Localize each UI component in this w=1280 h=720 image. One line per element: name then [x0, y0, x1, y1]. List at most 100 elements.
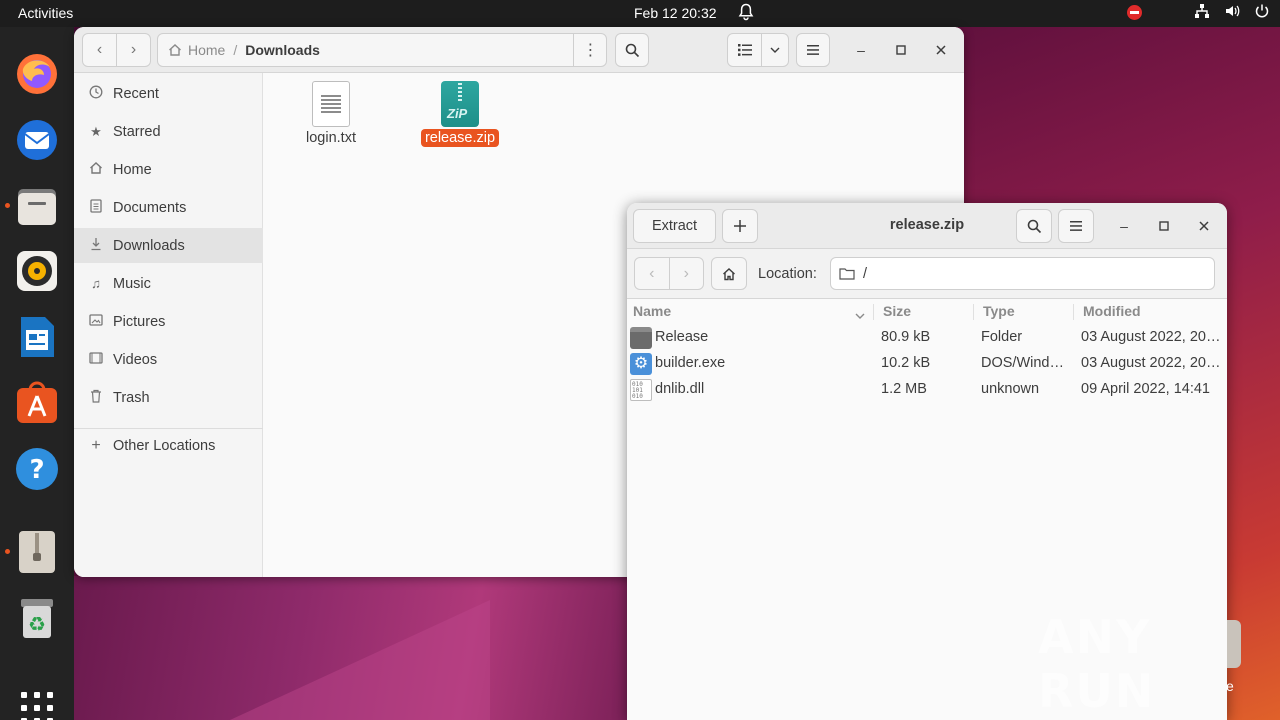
search-button[interactable]	[615, 33, 649, 67]
zip-file-icon: ZiP	[441, 81, 479, 127]
main-menu-button[interactable]	[796, 33, 830, 67]
sidebar-item-home[interactable]: Home	[74, 152, 263, 187]
column-size[interactable]: Size	[883, 303, 911, 319]
sidebar-item-music[interactable]: ♫ Music	[74, 266, 263, 301]
back-icon[interactable]: ‹	[83, 34, 117, 66]
sidebar-item-label: Starred	[113, 123, 161, 140]
system-tray[interactable]	[1127, 3, 1270, 22]
back-icon[interactable]: ‹	[635, 258, 670, 289]
column-headers: Name Size Type Modified	[627, 299, 1227, 325]
sidebar-item-trash[interactable]: Trash	[74, 380, 263, 415]
maximize-icon[interactable]	[890, 39, 912, 61]
row-size: 1.2 MB	[881, 381, 927, 397]
row-modified: 03 August 2022, 20…	[1081, 329, 1221, 345]
column-divider	[973, 304, 974, 320]
chevron-down-icon[interactable]	[762, 47, 788, 53]
sidebar-item-videos[interactable]: Videos	[74, 342, 263, 377]
firefox-icon[interactable]	[14, 51, 60, 97]
main-menu-button[interactable]	[1058, 209, 1094, 243]
rhythmbox-icon[interactable]	[14, 248, 60, 294]
files-header-bar: ‹ › Home / Downloads ⋮ –	[74, 27, 964, 73]
volume-icon[interactable]	[1224, 3, 1240, 22]
svg-text:?: ?	[29, 455, 44, 485]
path-bar[interactable]: Home / Downloads	[157, 33, 607, 67]
network-icon[interactable]	[1194, 3, 1210, 22]
column-modified[interactable]: Modified	[1083, 303, 1141, 319]
trash-icon[interactable]: ♻	[14, 595, 60, 641]
text-file-icon	[312, 81, 350, 127]
running-indicator	[5, 203, 10, 208]
thunderbird-icon[interactable]	[14, 117, 60, 163]
clock-icon	[88, 85, 104, 102]
file-item[interactable]: ZiP release.zip	[405, 81, 515, 147]
close-icon[interactable]	[930, 39, 952, 61]
sidebar-item-label: Videos	[113, 351, 158, 368]
archive-manager-icon[interactable]	[14, 529, 60, 575]
column-name[interactable]: Name	[633, 303, 671, 319]
forward-icon[interactable]: ›	[117, 34, 150, 66]
row-name: Release	[655, 329, 709, 345]
search-icon	[625, 43, 639, 57]
sort-chevron-down-icon[interactable]	[855, 306, 865, 322]
view-toggle[interactable]	[727, 33, 789, 67]
table-row[interactable]: ⚙ builder.exe 10.2 kB DOS/Wind… 03 Augus…	[627, 351, 1227, 377]
table-row[interactable]: 010 101 010 dnlib.dll 1.2 MB unknown 09 Ap…	[627, 377, 1227, 403]
sidebar-item-downloads[interactable]: Downloads	[74, 228, 263, 263]
row-type: Folder	[981, 329, 1023, 345]
plus-icon	[734, 220, 746, 232]
location-label: Location:	[758, 266, 817, 282]
sidebar-item-other-locations[interactable]: + Other Locations	[74, 428, 263, 463]
sidebar-item-label: Other Locations	[113, 437, 216, 454]
app-center-icon[interactable]	[14, 380, 60, 426]
search-button[interactable]	[1016, 209, 1052, 243]
music-icon: ♫	[91, 276, 101, 291]
sidebar-item-documents[interactable]: Documents	[74, 190, 263, 225]
maximize-icon[interactable]	[1153, 215, 1175, 237]
top-bar: Activities Feb 12 20:32	[0, 0, 1280, 27]
sidebar-item-pictures[interactable]: Pictures	[74, 304, 263, 339]
home-icon	[169, 44, 181, 56]
list-view-icon[interactable]	[728, 34, 762, 66]
nav-buttons: ‹ ›	[634, 257, 704, 290]
video-icon	[88, 352, 104, 367]
sidebar-item-starred[interactable]: ★ Starred	[74, 114, 263, 149]
sidebar: Recent ★ Starred Home Documents Download…	[74, 73, 263, 577]
column-type[interactable]: Type	[983, 303, 1015, 319]
close-icon[interactable]	[1193, 215, 1215, 237]
sidebar-item-recent[interactable]: Recent	[74, 76, 263, 111]
dock: ? ♻	[0, 27, 74, 720]
power-icon[interactable]	[1254, 3, 1270, 22]
do-not-disturb-icon[interactable]	[1127, 5, 1142, 20]
watermark-logo: ANY RUN	[1038, 610, 1156, 718]
home-button[interactable]	[711, 257, 747, 290]
path-menu-button[interactable]: ⋮	[573, 33, 607, 67]
location-field[interactable]: /	[830, 257, 1215, 290]
forward-icon[interactable]: ›	[670, 265, 704, 283]
writer-icon[interactable]	[14, 314, 60, 360]
row-type: DOS/Wind…	[981, 355, 1064, 371]
row-size: 80.9 kB	[881, 329, 931, 345]
minimize-icon[interactable]: –	[850, 39, 872, 61]
minimize-icon[interactable]: –	[1113, 215, 1135, 237]
clock[interactable]: Feb 12 20:32	[634, 5, 717, 21]
sidebar-item-label: Home	[113, 161, 152, 178]
help-icon[interactable]: ?	[14, 446, 60, 492]
path-home-button[interactable]: Home	[168, 42, 225, 58]
path-current[interactable]: Downloads	[245, 42, 320, 58]
file-item[interactable]: login.txt	[276, 81, 386, 147]
extract-button[interactable]: Extract	[633, 209, 716, 243]
file-name: release.zip	[420, 129, 500, 147]
location-value: /	[863, 265, 868, 282]
table-row[interactable]: Release 80.9 kB Folder 03 August 2022, 2…	[627, 325, 1227, 351]
sidebar-item-label: Documents	[113, 199, 187, 216]
sidebar-item-label: Music	[113, 275, 151, 292]
files-icon[interactable]	[14, 183, 60, 229]
sidebar-item-label: Recent	[113, 85, 159, 102]
bell-icon[interactable]	[738, 3, 754, 24]
document-icon	[88, 199, 104, 216]
download-icon	[88, 237, 104, 254]
add-files-button[interactable]	[722, 209, 758, 243]
activities-button[interactable]: Activities	[18, 5, 73, 21]
row-name: dnlib.dll	[655, 381, 705, 397]
show-apps-icon[interactable]	[21, 692, 53, 720]
